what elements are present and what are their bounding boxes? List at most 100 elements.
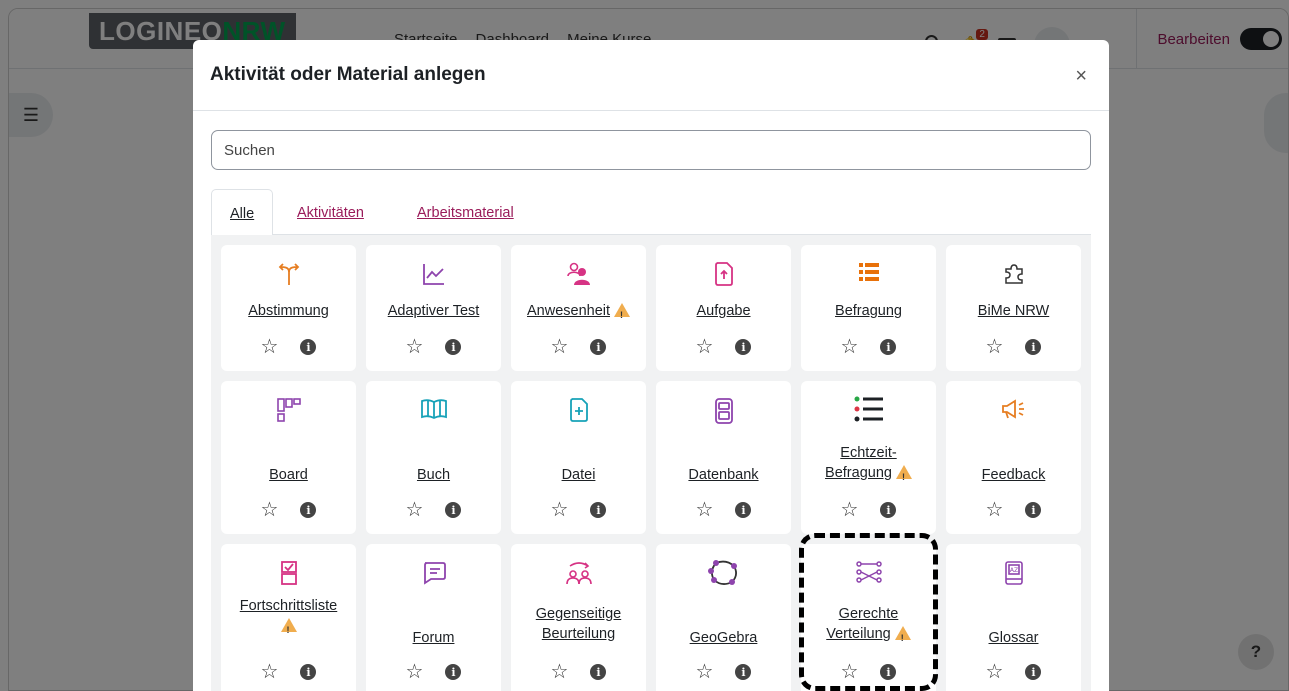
activity-grid: Abstimmung ☆ i Adaptiver Test ☆ i Anwesenh… [211,235,1091,691]
info-icon[interactable]: i [590,664,607,680]
info-icon[interactable]: i [880,339,897,355]
info-icon[interactable]: i [300,339,317,355]
activity-label: Datenbank [688,467,759,483]
activity-card-datenbank[interactable]: Datenbank ☆ i [656,381,791,534]
chat-icon [366,560,501,586]
info-icon[interactable]: i [735,502,752,518]
activity-card-fortschrittsliste[interactable]: Fortschrittsliste ☆ i [221,544,356,691]
chooser-tabs: Alle Aktivitäten Arbeitsmaterial [211,189,1091,236]
star-icon[interactable]: ☆ [696,500,714,520]
star-icon[interactable]: ☆ [261,337,279,357]
activity-card-abstimmung[interactable]: Abstimmung ☆ i [221,245,356,371]
activity-label: GeoGebra [689,630,758,646]
star-icon[interactable]: ☆ [261,500,279,520]
activity-card-aufgabe[interactable]: Aufgabe ☆ i [656,245,791,371]
star-icon[interactable]: ☆ [986,500,1004,520]
book-icon [366,397,501,421]
info-icon[interactable]: i [880,502,897,518]
tab-alle[interactable]: Alle [211,189,274,236]
close-icon[interactable]: × [1075,66,1087,86]
polygon-icon [656,558,791,588]
puzzle-icon [946,261,1081,285]
activity-label: Datei [561,467,596,483]
warning-icon [895,465,912,487]
warning-icon [894,626,911,648]
star-icon[interactable]: ☆ [841,337,859,357]
info-icon[interactable]: i [300,664,317,680]
distribution-icon [801,560,936,584]
database-icon [656,397,791,425]
star-icon[interactable]: ☆ [696,662,714,682]
star-icon[interactable]: ☆ [551,337,569,357]
star-icon[interactable]: ☆ [986,662,1004,682]
activity-label: Befragung [835,303,902,319]
activity-card-echtzeit-befragung[interactable]: Echtzeit-Befragung ☆ i [801,381,936,534]
activity-chooser-modal: Aktivität oder Material anlegen × Alle A… [193,40,1109,691]
activity-card-board[interactable]: Board ☆ i [221,381,356,534]
activity-card-adaptiver-test[interactable]: Adaptiver Test ☆ i [366,245,501,371]
checklist-icon [801,261,936,285]
activity-card-gegenseitige-beurteilung[interactable]: Gegenseitige Beurteilung ☆ i [511,544,646,691]
star-icon[interactable]: ☆ [406,337,424,357]
activity-label: Feedback [981,467,1046,483]
activity-label: Fortschrittsliste [221,596,356,640]
info-icon[interactable]: i [1025,339,1042,355]
warning-icon [614,303,631,325]
activity-card-forum[interactable]: Forum ☆ i [366,544,501,691]
file-upload-icon [656,261,791,287]
list-icon [801,393,936,425]
activity-label: Aufgabe [696,303,751,319]
activity-card-anwesenheit[interactable]: Anwesenheit ☆ i [511,245,646,371]
file-plus-icon [511,397,646,423]
info-icon[interactable]: i [445,339,462,355]
tab-arbeitsmaterial[interactable]: Arbeitsmaterial [399,189,532,235]
star-icon[interactable]: ☆ [696,337,714,357]
peer-review-icon [511,560,646,586]
activity-card-befragung[interactable]: Befragung ☆ i [801,245,936,371]
people-icon [511,261,646,287]
board-icon [221,397,356,423]
activity-card-datei[interactable]: Datei ☆ i [511,381,646,534]
star-icon[interactable]: ☆ [551,662,569,682]
warning-icon [280,618,297,640]
megaphone-icon [946,397,1081,421]
tab-aktivitaeten[interactable]: Aktivitäten [279,189,382,235]
checkbox-list-icon [221,560,356,586]
info-icon[interactable]: i [590,339,607,355]
star-icon[interactable]: ☆ [841,500,859,520]
activity-label: Echtzeit- Befragung [801,443,936,487]
star-icon[interactable]: ☆ [406,662,424,682]
info-icon[interactable]: i [300,502,317,518]
activity-card-buch[interactable]: Buch ☆ i [366,381,501,534]
activity-card-feedback[interactable]: Feedback ☆ i [946,381,1081,534]
info-icon[interactable]: i [735,339,752,355]
activity-label: Glossar [988,630,1039,646]
activity-card-bime-nrw[interactable]: BiMe NRW ☆ i [946,245,1081,371]
info-icon[interactable]: i [445,664,462,680]
info-icon[interactable]: i [445,502,462,518]
search-input[interactable] [211,130,1091,170]
star-icon[interactable]: ☆ [841,662,859,682]
info-icon[interactable]: i [590,502,607,518]
line-chart-icon [366,261,501,287]
activity-label: Forum [412,630,455,646]
activity-label: Adaptiver Test [387,303,480,319]
star-icon[interactable]: ☆ [551,500,569,520]
activity-label: Gegenseitige Beurteilung [535,606,622,642]
info-icon[interactable]: i [735,664,752,680]
modal-header: Aktivität oder Material anlegen × [193,40,1109,111]
activity-card-glossar[interactable]: AZ Glossar ☆ i [946,544,1081,691]
activity-card-gerechte-verteilung[interactable]: GerechteVerteilung ☆ i [801,544,936,691]
activity-label: Abstimmung [248,303,329,319]
star-icon[interactable]: ☆ [261,662,279,682]
activity-label: BiMe NRW [977,303,1050,319]
info-icon[interactable]: i [1025,664,1042,680]
info-icon[interactable]: i [1025,502,1042,518]
glossary-icon: AZ [946,560,1081,586]
activity-card-geogebra[interactable]: GeoGebra ☆ i [656,544,791,691]
star-icon[interactable]: ☆ [986,337,1004,357]
info-icon[interactable]: i [880,664,897,680]
activity-label: Buch [416,467,451,483]
star-icon[interactable]: ☆ [406,500,424,520]
activity-label: Board [269,467,308,483]
